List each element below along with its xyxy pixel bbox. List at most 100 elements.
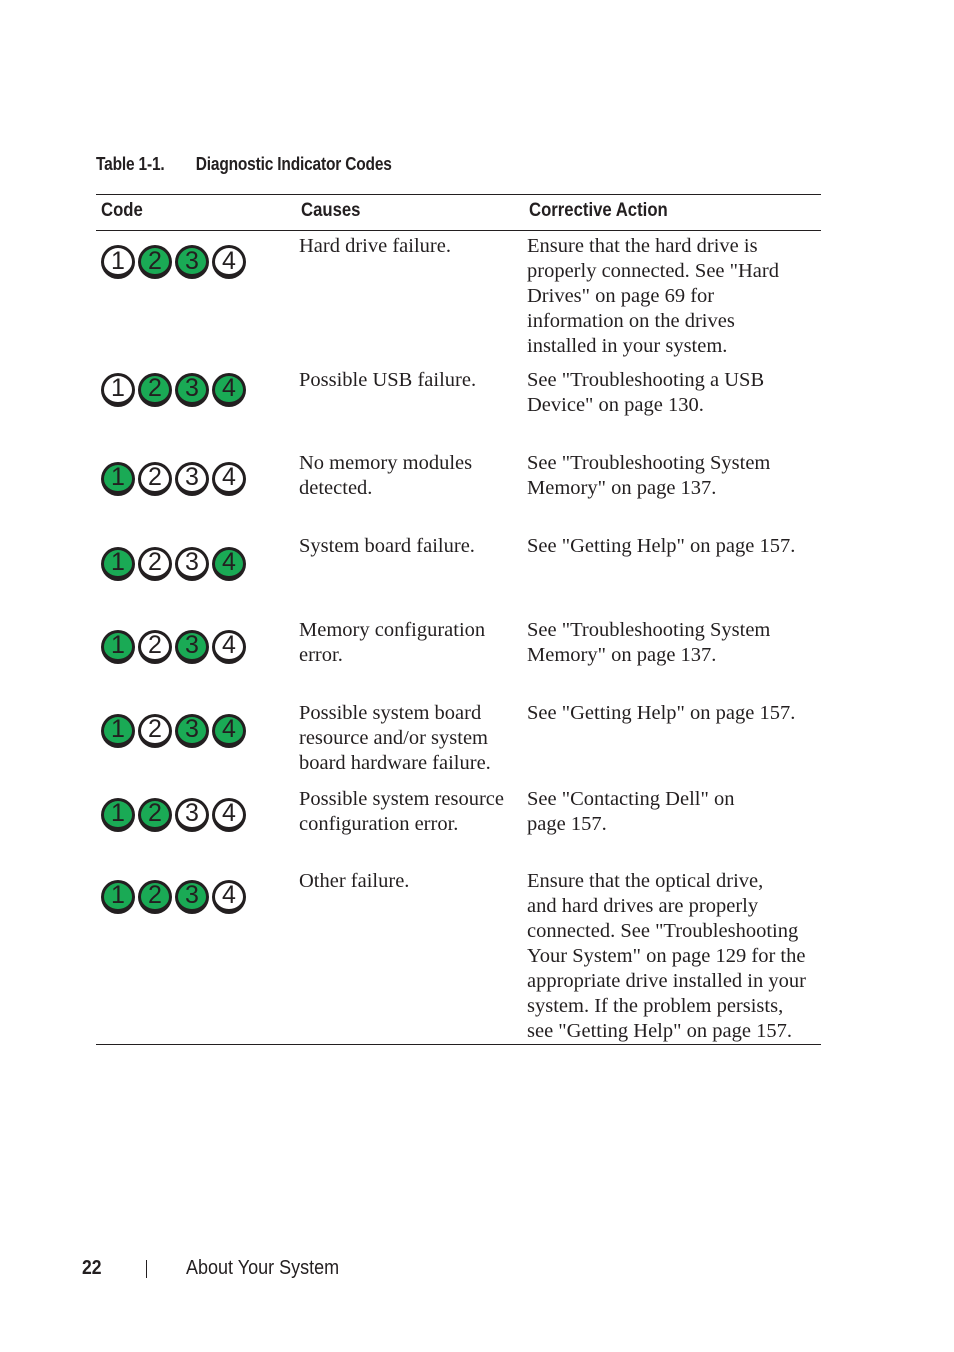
action-cell-line: page 157. <box>527 812 607 835</box>
header-causes: Causes <box>296 194 524 231</box>
action-cell-line: appropriate drive installed in your <box>527 969 806 992</box>
code-cell: 1234 <box>96 231 296 367</box>
cause-cell-line: configuration error. <box>299 812 459 835</box>
led-indicator-group: 1234 <box>99 879 296 914</box>
header-code-label: Code <box>101 200 143 221</box>
led-2-off-icon: 2 <box>138 713 172 748</box>
code-cell: 1234 <box>96 533 296 617</box>
action-cell-line: See "Contacting Dell" on <box>527 787 735 810</box>
header-code: Code <box>96 194 296 231</box>
cause-cell: System board failure. <box>296 533 524 617</box>
action-cell-line: see "Getting Help" on page 157. <box>527 1019 792 1042</box>
led-2-off-icon: 2 <box>138 629 172 664</box>
led-2-off-icon: 2 <box>138 546 172 581</box>
cause-cell-line: Hard drive failure. <box>299 235 451 257</box>
diagnostic-codes-table: Code Causes Corrective Action 1 2 3 4 Hard d… <box>96 194 821 1045</box>
action-cell-line: installed in your system. <box>527 335 728 357</box>
action-cell-line: Memory" on page 137. <box>527 643 717 666</box>
action-cell-line: Ensure that the hard drive is <box>527 235 758 257</box>
code-cell: 1234 <box>96 367 296 450</box>
led-4-on-icon: 4 <box>212 372 246 407</box>
page-number: 22 <box>82 1257 102 1279</box>
action-cell-line: See "Troubleshooting a USB <box>527 368 765 391</box>
led-indicator-group: 1234 <box>99 461 296 496</box>
action-cell-line: Device" on page 130. <box>527 393 704 416</box>
led-2-on-icon: 2 <box>138 879 172 914</box>
led-4-on-icon: 4 <box>212 546 246 581</box>
cause-cell: Possible system resource configuration er… <box>296 786 524 868</box>
header-action-label: Corrective Action <box>529 200 668 221</box>
action-cell-line: See "Getting Help" on page 157. <box>527 701 796 724</box>
led-3-on-icon: 3 <box>175 879 209 914</box>
led-1-on-icon: 1 <box>101 461 135 496</box>
action-cell-line: See "Getting Help" on page 157. <box>527 534 796 557</box>
code-cell: 1234 <box>96 617 296 700</box>
cause-cell-line: error. <box>299 643 343 666</box>
action-cell: See "Troubleshooting a USB Device" on pag… <box>524 367 821 450</box>
led-3-off-icon: 3 <box>175 461 209 496</box>
led-3-off-icon: 3 <box>175 546 209 581</box>
led-3-on-icon: 3 <box>175 629 209 664</box>
action-cell-line: Drives" on page 69 for <box>527 285 715 307</box>
header-corrective-action: Corrective Action <box>524 194 821 231</box>
table-caption-title: Diagnostic Indicator Codes <box>195 154 392 174</box>
led-4-on-icon: 4 <box>212 713 246 748</box>
cause-cell-line: resource and/or system <box>299 726 488 749</box>
cause-cell-line: Possible system board <box>299 701 482 724</box>
cause-cell-line: detected. <box>299 476 373 499</box>
cause-cell: Possible system board resource and/or sys… <box>296 700 524 786</box>
action-cell: Ensure that the optical drive, and hard d… <box>524 867 821 1045</box>
action-cell-line: connected. See "Troubleshooting <box>527 919 799 942</box>
table-row: 1 2 3 4 Possible system board resource and/or… <box>96 700 821 786</box>
led-2-off-icon: 2 <box>138 461 172 496</box>
table-row: 1 2 3 4 System board failure. See "Getting He… <box>96 533 821 617</box>
led-indicator-group: 1234 <box>99 546 296 581</box>
led-1-off-icon: 1 <box>101 372 135 407</box>
table-caption-label: Table 1-1. <box>96 154 165 174</box>
led-1-on-icon: 1 <box>101 797 135 832</box>
action-cell: See "Troubleshooting System Memory" on pa… <box>524 617 821 700</box>
cause-cell-line: Possible USB failure. <box>299 368 477 391</box>
code-cell: 1234 <box>96 450 296 533</box>
led-1-on-icon: 1 <box>101 713 135 748</box>
action-cell-line: See "Troubleshooting System <box>527 451 771 474</box>
table-row: 1 2 3 4 Possible system resource configuratio… <box>96 786 821 868</box>
led-indicator-group: 1234 <box>99 629 296 664</box>
action-cell-line: properly connected. See "Hard <box>527 260 779 282</box>
action-cell: See "Contacting Dell" on page 157. <box>524 786 821 868</box>
table-row: 1 2 3 4 Possible USB failure. See "Troublesho… <box>96 367 821 450</box>
table-row: 1 2 3 4 Memory configuration error. See "Troub… <box>96 617 821 700</box>
led-indicator-group: 1234 <box>99 797 296 832</box>
action-cell-line: Ensure that the optical drive, <box>527 869 764 892</box>
cause-cell: Possible USB failure. <box>296 367 524 450</box>
led-2-on-icon: 2 <box>138 797 172 832</box>
led-2-on-icon: 2 <box>138 245 172 279</box>
action-cell-line: See "Troubleshooting System <box>527 618 771 641</box>
led-4-off-icon: 4 <box>212 245 246 279</box>
code-cell: 1234 <box>96 867 296 1045</box>
code-cell: 1234 <box>96 700 296 786</box>
led-3-on-icon: 3 <box>175 372 209 407</box>
led-3-off-icon: 3 <box>175 797 209 832</box>
cause-cell: Other failure. <box>296 867 524 1045</box>
table-caption: Table 1-1. Diagnostic Indicator Codes <box>96 154 392 175</box>
led-indicator-group: 1234 <box>99 245 296 279</box>
led-indicator-group: 1234 <box>99 713 296 748</box>
cause-cell-line: System board failure. <box>299 534 475 557</box>
led-4-off-icon: 4 <box>212 461 246 496</box>
table-row: 1 2 3 4 Hard drive failure. Ensure that the h… <box>96 231 821 367</box>
action-cell: See "Troubleshooting System Memory" on pa… <box>524 450 821 533</box>
table-header-row: Code Causes Corrective Action <box>96 194 821 231</box>
action-cell: See "Getting Help" on page 157. <box>524 533 821 617</box>
led-2-on-icon: 2 <box>138 372 172 407</box>
header-causes-label: Causes <box>301 200 361 221</box>
code-cell: 1234 <box>96 786 296 868</box>
action-cell-line: system. If the problem persists, <box>527 994 784 1017</box>
action-cell-line: Your System" on page 129 for the <box>527 944 806 967</box>
led-3-on-icon: 3 <box>175 245 209 279</box>
led-3-on-icon: 3 <box>175 713 209 748</box>
led-1-on-icon: 1 <box>101 879 135 914</box>
table-row: 1 2 3 4 Other failure. Ensure that the optica… <box>96 867 821 1045</box>
cause-cell-line: No memory modules <box>299 451 473 474</box>
table-row: 1 2 3 4 No memory modules detected. See "Troub… <box>96 450 821 533</box>
